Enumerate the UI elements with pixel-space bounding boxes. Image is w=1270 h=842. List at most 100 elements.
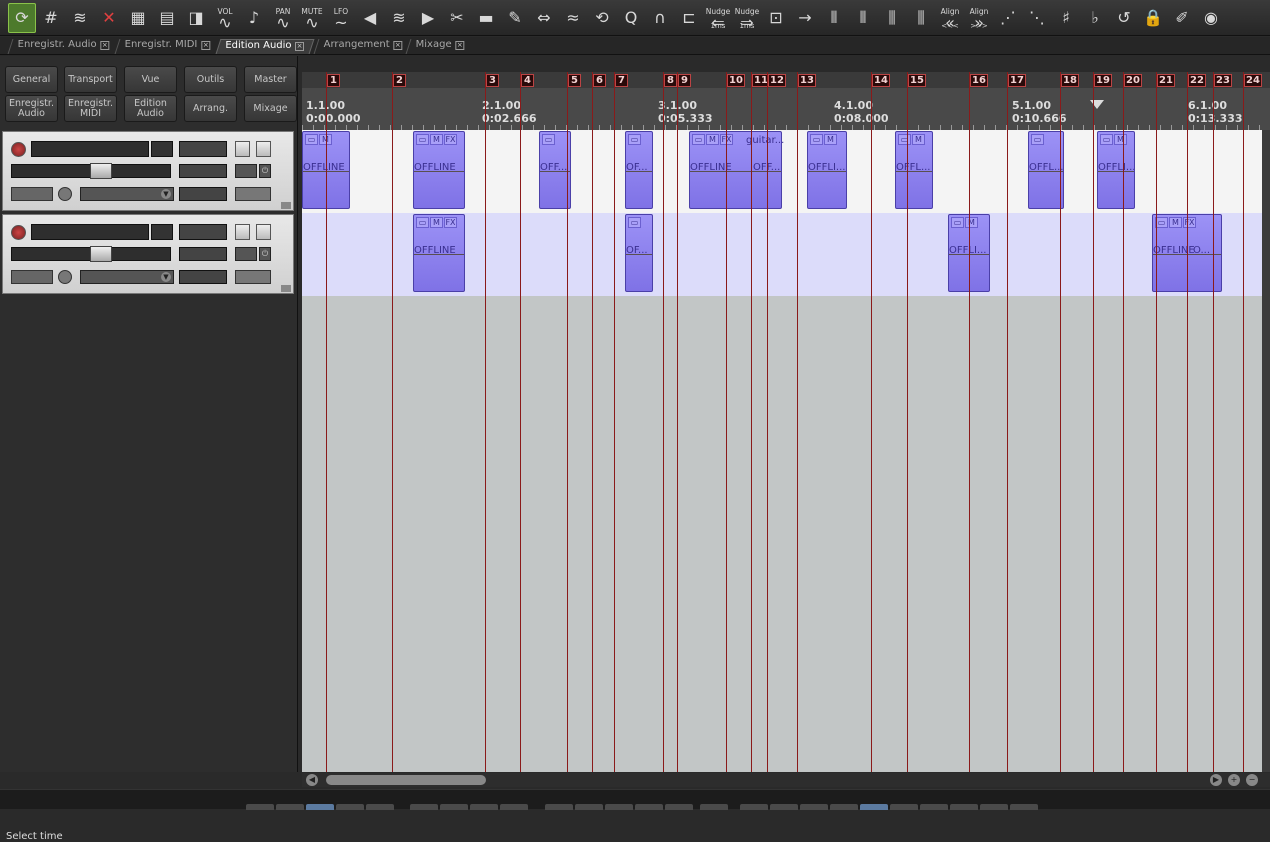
marker-20[interactable]: 20: [1124, 74, 1142, 87]
notes-icon[interactable]: ▭: [692, 134, 705, 145]
item-grouping-button[interactable]: ▦: [124, 3, 152, 33]
tab-arrangement[interactable]: Arrangement ×: [313, 39, 407, 54]
marker-9[interactable]: 9: [678, 74, 691, 87]
media-item[interactable]: ▭ M OFFLI...: [1097, 131, 1135, 209]
marker-12[interactable]: 12: [768, 74, 786, 87]
item-fx-button[interactable]: FX: [444, 134, 457, 145]
marker-24[interactable]: 24: [1244, 74, 1262, 87]
pitch-up-button[interactable]: ♯: [1052, 3, 1080, 33]
pencil-button[interactable]: ✎: [501, 3, 529, 33]
marker-21[interactable]: 21: [1157, 74, 1175, 87]
notes-icon[interactable]: ▭: [1100, 134, 1113, 145]
marker-17[interactable]: 17: [1008, 74, 1026, 87]
fx-bypass-icon[interactable]: ⏻: [259, 164, 271, 178]
track-2-controls[interactable]: ⏻ ▼: [2, 214, 294, 294]
close-icon[interactable]: ×: [100, 41, 110, 50]
toolbar-button-transport[interactable]: Transport: [64, 66, 117, 93]
split-right-button[interactable]: ⫴: [849, 3, 877, 33]
scissors-button[interactable]: ✂: [443, 3, 471, 33]
volume-envelope-button[interactable]: VOL ∿: [211, 3, 239, 33]
lfo-button[interactable]: LFO ~: [327, 3, 355, 33]
media-item[interactable]: ▭ OF...: [625, 131, 653, 209]
knob-button[interactable]: ◉: [1197, 3, 1225, 33]
record-arm-icon[interactable]: [11, 225, 26, 240]
volume-fader[interactable]: [11, 246, 171, 262]
transport-button[interactable]: [800, 804, 828, 810]
autoscroll-button[interactable]: ⟳: [8, 2, 36, 33]
media-item[interactable]: ▭ M FX OFFLINE: [413, 131, 465, 209]
transport-button[interactable]: [605, 804, 633, 810]
mute-item-button[interactable]: M: [1114, 134, 1127, 145]
track-name-field[interactable]: [31, 224, 149, 240]
phase-invert-icon[interactable]: [58, 270, 72, 284]
fader-thumb[interactable]: [90, 246, 112, 262]
input-select[interactable]: ▼: [80, 187, 174, 201]
fader-thumb[interactable]: [90, 163, 112, 179]
scroll-right-icon[interactable]: ▶: [1210, 774, 1222, 786]
scrollbar-thumb[interactable]: [326, 775, 486, 785]
selection-button[interactable]: ⊡: [762, 3, 790, 33]
toolbar-button-vue[interactable]: Vue: [124, 66, 177, 93]
transport-button[interactable]: [470, 804, 498, 810]
close-icon[interactable]: ×: [295, 42, 305, 51]
envelope-trim-button[interactable]: [11, 187, 53, 201]
track-name-field[interactable]: [31, 141, 149, 157]
split-left-button[interactable]: ⫴: [820, 3, 848, 33]
marker-14[interactable]: 14: [872, 74, 890, 87]
transport-button[interactable]: [665, 804, 693, 810]
multi-split-2-button[interactable]: ⫼: [907, 3, 935, 33]
marker-5[interactable]: 5: [568, 74, 581, 87]
align-right-button[interactable]: Align >>>»: [965, 3, 993, 33]
marker-15[interactable]: 15: [908, 74, 926, 87]
spectrum-button[interactable]: ≈: [559, 3, 587, 33]
notes-icon[interactable]: ▭: [951, 217, 964, 228]
tab-enregistr-audio[interactable]: Enregistr. Audio ×: [7, 39, 115, 54]
marker-18[interactable]: 18: [1061, 74, 1079, 87]
mute-item-button[interactable]: M: [430, 134, 443, 145]
toolbar-button-enregistr-midi[interactable]: Enregistr. MIDI: [64, 95, 117, 122]
track-1-controls[interactable]: ⏻ ▼: [2, 131, 294, 211]
align-left-button[interactable]: Align <<< «: [936, 3, 964, 33]
glue-button[interactable]: ▬: [472, 3, 500, 33]
mute-button[interactable]: [235, 224, 250, 240]
transport-button[interactable]: [500, 804, 528, 810]
marker-10[interactable]: 10: [727, 74, 745, 87]
marker-16[interactable]: 16: [970, 74, 988, 87]
tab-mixage[interactable]: Mixage ×: [405, 39, 471, 54]
marker-7[interactable]: 7: [615, 74, 628, 87]
transport-button[interactable]: [830, 804, 858, 810]
notes-icon[interactable]: ▭: [542, 134, 555, 145]
rewind-button[interactable]: ◀: [356, 3, 384, 33]
toolbar-button-arrang[interactable]: Arrang.: [184, 95, 237, 122]
fx-bypass-icon[interactable]: ⏻: [259, 247, 271, 261]
item-fx-button[interactable]: FX: [444, 217, 457, 228]
notes-icon[interactable]: ▭: [416, 217, 429, 228]
toolbar-button-master[interactable]: Master: [244, 66, 297, 93]
loop-item-button[interactable]: ↺: [1110, 3, 1138, 33]
marker-ruler[interactable]: 1 2 3 4 5 6 7 8 9 10 11 12 13 14 15 16 17 18 19 20 21 22 23 24: [302, 72, 1270, 88]
notes-icon[interactable]: ▭: [1031, 134, 1044, 145]
waveform-button[interactable]: ≋: [385, 3, 413, 33]
stretch-button[interactable]: ⇔: [530, 3, 558, 33]
record-arm-icon[interactable]: [11, 142, 26, 157]
transport-button[interactable]: [276, 804, 304, 810]
transport-button[interactable]: [950, 804, 978, 810]
pan-envelope-button[interactable]: PAN ∿: [269, 3, 297, 33]
arrow-right-button[interactable]: →: [791, 3, 819, 33]
zoom-in-icon[interactable]: +: [1228, 774, 1240, 786]
transport-button[interactable]: [440, 804, 468, 810]
transport-button[interactable]: [545, 804, 573, 810]
notes-icon[interactable]: ▭: [416, 134, 429, 145]
mute-button[interactable]: [235, 141, 250, 157]
transport-button[interactable]: [920, 804, 948, 810]
transport-button[interactable]: [575, 804, 603, 810]
folder-icon[interactable]: [281, 285, 291, 292]
item-fx-button[interactable]: FX: [1183, 217, 1196, 228]
quantize-button[interactable]: Q: [617, 3, 645, 33]
scroll-left-icon[interactable]: ◀: [306, 774, 318, 786]
transport-button[interactable]: [336, 804, 364, 810]
monitor-input-button[interactable]: [235, 270, 271, 284]
close-icon[interactable]: ×: [201, 41, 211, 50]
marker-19[interactable]: 19: [1094, 74, 1112, 87]
transport-button[interactable]: [740, 804, 768, 810]
